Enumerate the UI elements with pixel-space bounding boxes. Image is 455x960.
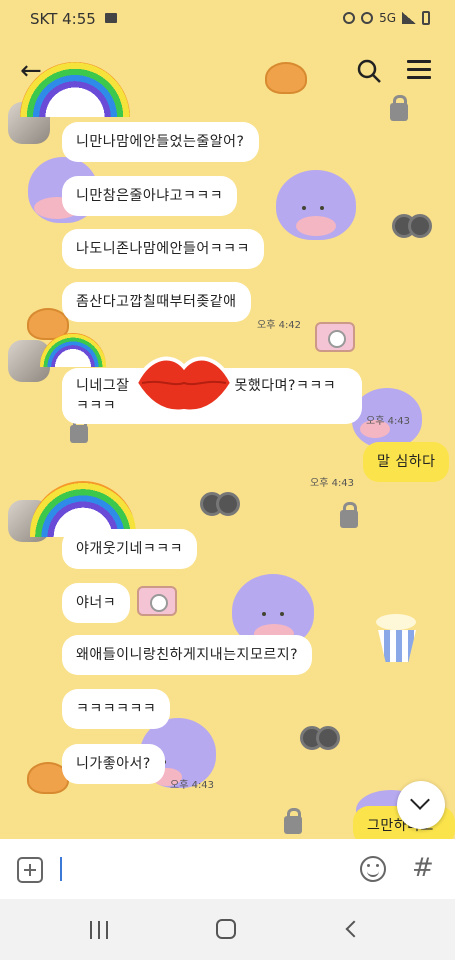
message-input-bar: #	[0, 839, 455, 899]
home-icon[interactable]	[216, 919, 236, 939]
message-text: 못했다며?ㅋㅋㅋ	[234, 378, 337, 394]
nav-back-icon[interactable]	[345, 920, 363, 938]
plus-icon[interactable]	[17, 857, 43, 883]
message-bubble[interactable]: 니만나맘에안들었는줄알어?	[62, 122, 259, 162]
message-bubble[interactable]: 니가좋아서?	[62, 744, 165, 784]
chevron-down-icon	[410, 790, 430, 810]
message-bubble[interactable]: ㅋㅋㅋㅋㅋㅋ	[62, 689, 171, 729]
message-text: ㅋㅋㅋ	[76, 398, 117, 414]
message-bubble[interactable]: 좀산다고깝칠때부터좆같애	[62, 282, 251, 322]
message-bubble[interactable]: 야너ㅋ	[62, 583, 131, 623]
lips-sticker	[133, 356, 235, 414]
my-message-bubble[interactable]: 말 심하다	[363, 442, 450, 482]
message-bubble[interactable]: 왜애들이니랑친하게지내는지모르지?	[62, 635, 313, 675]
rainbow-sticker	[40, 333, 106, 367]
hash-icon[interactable]: #	[412, 853, 434, 883]
message-time: 오후 4:43	[310, 478, 355, 489]
message-text: 니네그잘	[76, 378, 130, 394]
message-bubble[interactable]: 니만참은줄아냐고ㅋㅋㅋ	[62, 176, 238, 216]
message-input[interactable]	[60, 857, 62, 881]
scroll-to-bottom-button[interactable]	[397, 781, 445, 829]
message-bubble[interactable]: 나도니존나맘에안들어ㅋㅋㅋ	[62, 229, 264, 269]
message-list[interactable]: 니만나맘에안들었는줄알어? 니만참은줄아냐고ㅋㅋㅋ 나도니존나맘에안들어ㅋㅋㅋ …	[0, 0, 455, 960]
message-time: 오후 4:43	[366, 416, 411, 427]
rainbow-sticker	[20, 62, 130, 117]
emoji-icon[interactable]	[360, 856, 386, 882]
message-bubble[interactable]: 야개웃기네ㅋㅋㅋ	[62, 529, 198, 569]
message-time: 오후 4:43	[170, 780, 215, 791]
recent-apps-icon[interactable]	[90, 921, 110, 939]
system-nav-bar	[0, 899, 455, 960]
message-time: 오후 4:42	[257, 320, 302, 331]
